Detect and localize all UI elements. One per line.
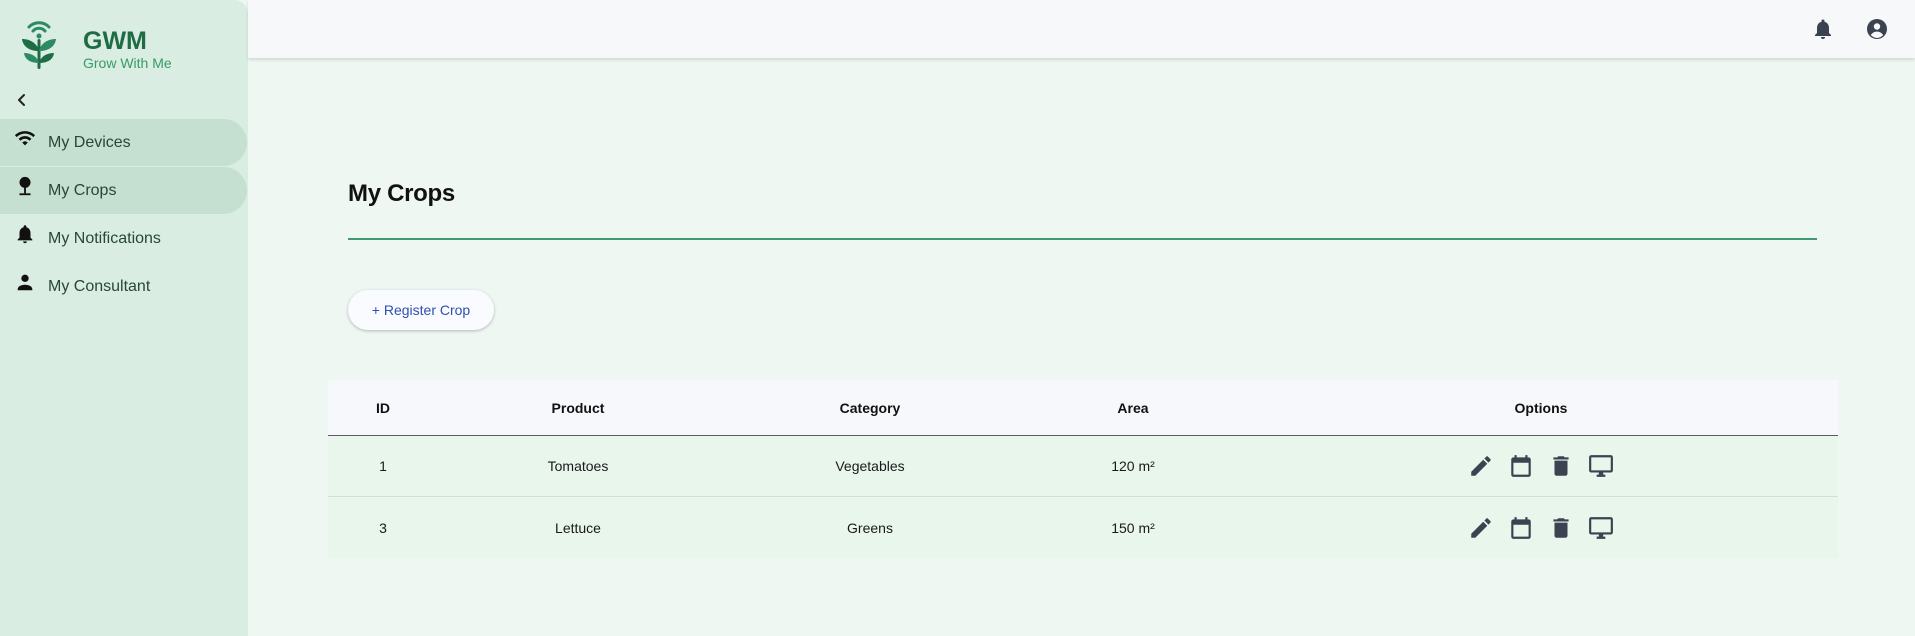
cell-area: 150 m² bbox=[1111, 519, 1155, 536]
cell-product: Tomatoes bbox=[547, 458, 609, 474]
brand-name: GWM bbox=[83, 27, 147, 55]
monitor-icon[interactable] bbox=[1588, 515, 1614, 541]
person-icon bbox=[17, 274, 33, 291]
register-crop-button[interactable]: + Register Crop bbox=[348, 290, 494, 330]
cell-id: 3 bbox=[379, 519, 387, 536]
sidebar-item-consultant[interactable]: My Consultant bbox=[0, 263, 247, 310]
wifi-icon bbox=[14, 131, 36, 146]
sidebar-item-devices[interactable]: My Devices bbox=[0, 119, 247, 166]
table-header: ID Product Category Area Options bbox=[328, 380, 1838, 436]
sidebar-item-label: My Devices bbox=[48, 134, 131, 151]
sidebar-item-notifications[interactable]: My Notifications bbox=[0, 215, 247, 262]
column-header-category: Category bbox=[839, 399, 901, 416]
plant-icon bbox=[19, 176, 31, 196]
top-bar bbox=[248, 0, 1915, 58]
page-title: My Crops bbox=[348, 180, 455, 207]
table-row: 3 Lettuce Greens 150 m² bbox=[328, 497, 1838, 558]
crops-table: ID Product Category Area Options 1 Tomat… bbox=[328, 380, 1838, 558]
cell-category: Greens bbox=[847, 519, 893, 536]
column-header-id: ID bbox=[376, 399, 390, 416]
cell-options bbox=[1244, 436, 1838, 496]
column-header-product: Product bbox=[551, 399, 605, 416]
sidebar-item-label: My Crops bbox=[48, 182, 117, 199]
sidebar-item-crops[interactable]: My Crops bbox=[0, 167, 247, 214]
cell-options bbox=[1244, 497, 1838, 558]
edit-icon[interactable] bbox=[1468, 515, 1494, 541]
calendar-icon[interactable] bbox=[1508, 453, 1534, 479]
table-row: 1 Tomatoes Vegetables 120 m² bbox=[328, 436, 1838, 497]
bell-icon bbox=[17, 225, 33, 244]
bell-icon[interactable] bbox=[1811, 17, 1835, 41]
sidebar-item-label: My Consultant bbox=[48, 278, 151, 295]
column-header-options: Options bbox=[1514, 399, 1568, 416]
account-circle-icon[interactable] bbox=[1865, 17, 1889, 41]
title-divider bbox=[348, 238, 1817, 240]
cell-id: 1 bbox=[379, 458, 387, 474]
delete-icon[interactable] bbox=[1548, 515, 1574, 541]
sidebar-item-label: My Notifications bbox=[48, 230, 161, 247]
column-header-area: Area bbox=[1117, 399, 1149, 416]
gwm-logo-icon bbox=[22, 21, 56, 69]
chevron-left-icon[interactable] bbox=[12, 90, 32, 110]
cell-category: Vegetables bbox=[835, 458, 905, 474]
cell-product: Lettuce bbox=[555, 519, 601, 536]
monitor-icon[interactable] bbox=[1588, 453, 1614, 479]
calendar-icon[interactable] bbox=[1508, 515, 1534, 541]
cell-area: 120 m² bbox=[1111, 458, 1155, 474]
brand-tagline: Grow With Me bbox=[83, 55, 172, 71]
delete-icon[interactable] bbox=[1548, 453, 1574, 479]
edit-icon[interactable] bbox=[1468, 453, 1494, 479]
sidebar: GWM Grow With Me My Devices My Crops My … bbox=[0, 0, 248, 636]
